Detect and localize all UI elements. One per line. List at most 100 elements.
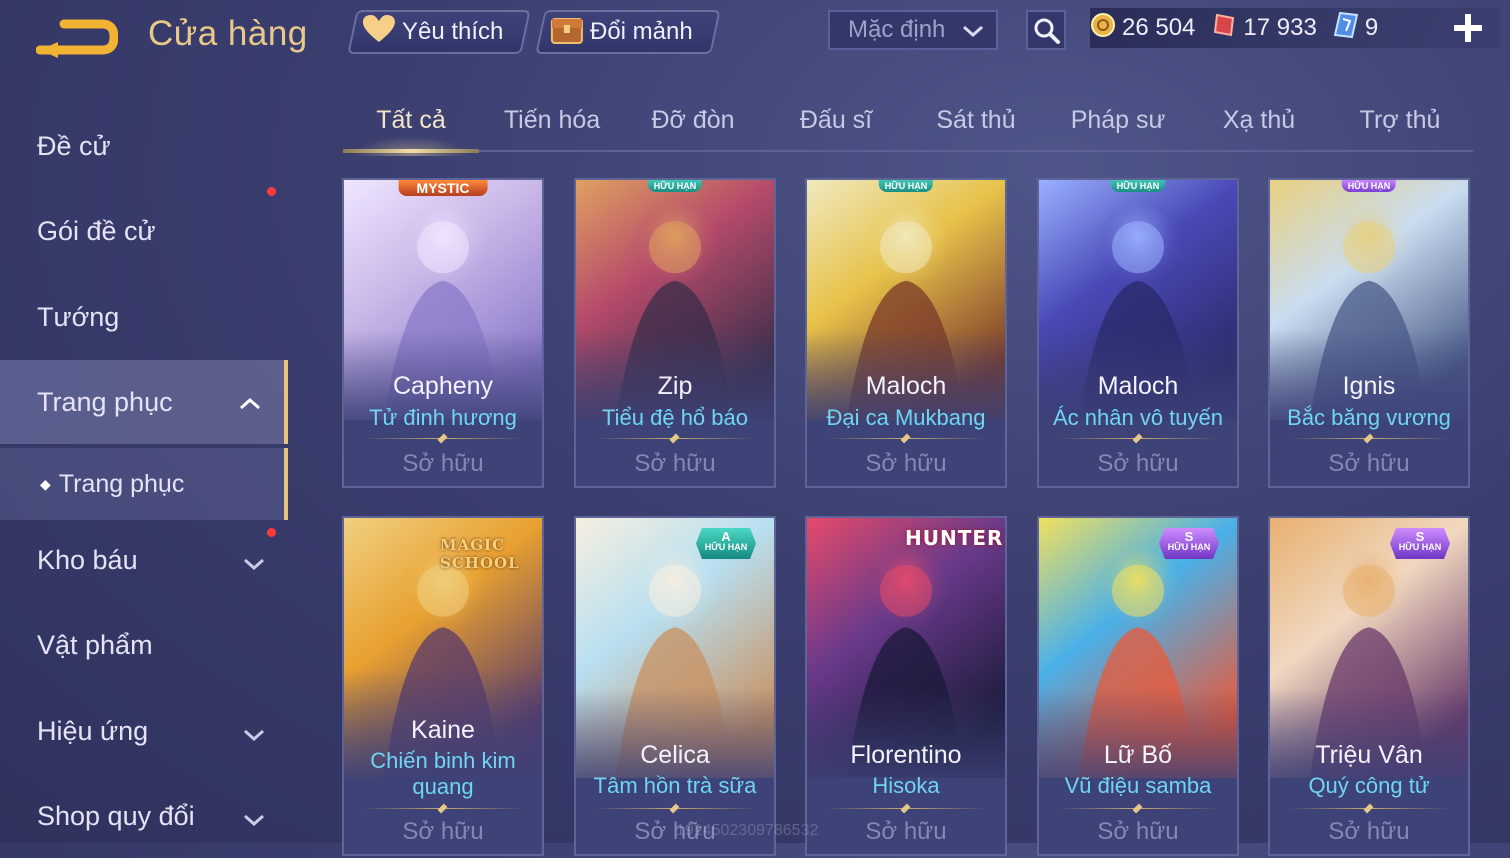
hero-name: Celica	[640, 741, 710, 769]
sidebar-item-label: Đề cử	[37, 130, 111, 161]
hero-name: Maloch	[865, 372, 947, 400]
tab-label: Tiến hóa	[503, 106, 601, 134]
voucher-currency: 17 933	[1211, 12, 1317, 45]
gold-coin-icon	[1090, 12, 1116, 45]
currency-bar: 26 504 17 933 9	[1090, 8, 1500, 48]
skin-name: Tiểu đệ hổ báo	[602, 405, 748, 430]
hero-name: Lữ Bố	[1103, 741, 1173, 769]
skin-card[interactable]: HỮU HẠN Maloch Đại ca Mukbang Sở hữu	[805, 178, 1007, 488]
skin-card[interactable]: A HỮU HẠN Celica Tâm hồn trà sữa Sở hữu	[574, 516, 776, 856]
skin-card[interactable]: HỮU HẠN Ignis Bắc băng vương Sở hữu	[1268, 178, 1470, 488]
owned-status: Sở hữu	[1328, 818, 1410, 845]
chevron-up-icon	[238, 390, 262, 421]
hero-name: Ignis	[1342, 372, 1396, 400]
sidebar-subitem-skins[interactable]: ◆ Trang phục	[0, 448, 288, 520]
chevron-down-icon	[242, 550, 266, 581]
card-divider	[362, 808, 524, 809]
search-button[interactable]	[1026, 10, 1066, 50]
tab-marksman[interactable]: Xạ thủ	[1191, 106, 1327, 135]
hero-name: Zip	[657, 372, 693, 400]
sidebar-item-treasure[interactable]: Kho báu	[0, 518, 288, 602]
chevron-down-icon	[962, 20, 984, 48]
rank-sub: HỮU HẠN	[1398, 542, 1442, 552]
notification-dot	[267, 187, 276, 196]
page-title: Cửa hàng	[148, 14, 308, 53]
shard-exchange-button[interactable]: Đổi mảnh	[535, 10, 721, 54]
skin-card[interactable]: HỮU HẠN Zip Tiểu đệ hổ báo Sở hữu	[574, 178, 776, 488]
card-divider	[594, 808, 756, 809]
watermark-id: 1914502309786532	[676, 822, 819, 839]
voucher-amount: 17 933	[1243, 14, 1317, 41]
magic-school-logo: MAGIC SCHOOL	[440, 536, 520, 572]
limited-badge: HỮU HẠN	[647, 180, 703, 192]
tab-fighter[interactable]: Đấu sĩ	[768, 106, 904, 135]
skin-card[interactable]: MYSTIC Capheny Tử đinh hương Sở hữu	[342, 178, 544, 488]
rank-sub: HỮU HẠN	[704, 542, 748, 552]
tab-label: Xạ thủ	[1222, 106, 1296, 134]
skin-card[interactable]: MAGIC SCHOOL Kaine Chiến binh kim quang …	[342, 516, 544, 856]
tab-evolution[interactable]: Tiến hóa	[484, 106, 620, 135]
sidebar-item-label: Shop quy đổi	[37, 800, 195, 831]
skin-name: Tâm hồn trà sữa	[593, 773, 757, 798]
sidebar-item-recommended[interactable]: Đề cử	[0, 104, 288, 188]
sidebar-item-label: Hiệu ứng	[37, 715, 149, 746]
skin-name: Ác nhân vô tuyến	[1052, 405, 1223, 430]
sidebar-item-skins[interactable]: Trang phục	[0, 360, 288, 444]
tab-glow	[353, 136, 469, 156]
skin-name: Quý công tử	[1308, 773, 1430, 798]
tab-assassin[interactable]: Sát thủ	[908, 106, 1044, 135]
tab-label: Pháp sư	[1070, 106, 1166, 134]
tab-tank[interactable]: Đỡ đòn	[625, 106, 761, 135]
skin-name: Chiến binh kim quang	[370, 748, 516, 799]
hero-name: Kaine	[411, 716, 475, 744]
sidebar-item-exchange-shop[interactable]: Shop quy đổi	[0, 774, 288, 858]
tab-mage[interactable]: Pháp sư	[1050, 106, 1186, 135]
skin-card[interactable]: HUNTER×HUNTER Florentino Hisoka Sở hữu	[805, 516, 1007, 856]
owned-status: Sở hữu	[865, 450, 947, 477]
treasure-chest-icon	[550, 13, 584, 52]
limited-badge: HỮU HẠN	[1110, 180, 1166, 192]
sidebar-item-items[interactable]: Vật phẩm	[0, 603, 288, 687]
hero-name: Capheny	[392, 372, 494, 400]
category-tabs: Tất cả Tiến hóa Đỡ đòn Đấu sĩ Sát thủ Ph…	[343, 98, 1473, 156]
sidebar-subitem-label: Trang phục	[58, 469, 185, 498]
skin-card[interactable]: S HỮU HẠN Lữ Bố Vũ điệu samba Sở hữu	[1037, 516, 1239, 856]
favorites-label: Yêu thích	[402, 18, 504, 45]
sort-dropdown[interactable]: Mặc định	[828, 10, 998, 50]
owned-status: Sở hữu	[634, 450, 716, 477]
rank-sub: HỮU HẠN	[1167, 542, 1211, 552]
heart-icon	[362, 14, 396, 51]
card-divider	[1057, 808, 1219, 809]
rank-letter: A	[721, 529, 731, 544]
owned-status: Sở hữu	[402, 818, 484, 845]
owned-status: Sở hữu	[865, 818, 947, 845]
tab-all[interactable]: Tất cả	[343, 106, 479, 156]
crystal-amount: 9	[1364, 14, 1379, 41]
skin-card[interactable]: S HỮU HẠN Triệu Vân Quý công tử Sở hữu	[1268, 516, 1470, 856]
owned-status: Sở hữu	[1097, 818, 1179, 845]
rank-badge: S HỮU HẠN	[1390, 528, 1450, 559]
tab-label: Đấu sĩ	[799, 106, 873, 134]
sidebar-item-heroes[interactable]: Tướng	[0, 275, 288, 359]
skin-name: Đại ca Mukbang	[826, 405, 986, 430]
limited-badge: HỮU HẠN	[1341, 180, 1397, 192]
skin-card[interactable]: HỮU HẠN Maloch Ác nhân vô tuyến Sở hữu	[1037, 178, 1239, 488]
sidebar-item-label: Tướng	[37, 301, 120, 332]
back-arrow-icon[interactable]	[35, 16, 119, 58]
skin-name: Hisoka	[872, 773, 940, 798]
sort-value: Mặc định	[848, 16, 946, 43]
notification-dot	[267, 528, 276, 537]
sidebar-item-label: Vật phẩm	[37, 629, 153, 660]
hero-name: Triệu Vân	[1315, 741, 1423, 769]
sidebar-item-effects[interactable]: Hiệu ứng	[0, 689, 288, 773]
hero-name: Maloch	[1097, 372, 1179, 400]
sidebar-item-label: Gói đề cử	[37, 215, 156, 246]
tab-label: Sát thủ	[936, 106, 1016, 134]
tab-support[interactable]: Trợ thủ	[1332, 106, 1468, 135]
favorites-button[interactable]: Yêu thích	[347, 10, 531, 54]
chevron-down-icon	[242, 721, 266, 752]
rank-badge: S HỮU HẠN	[1159, 528, 1219, 559]
sidebar-item-recommended-bundles[interactable]: Gói đề cử	[0, 187, 288, 273]
shard-exchange-label: Đổi mảnh	[590, 18, 693, 45]
add-currency-button[interactable]	[1452, 12, 1484, 44]
